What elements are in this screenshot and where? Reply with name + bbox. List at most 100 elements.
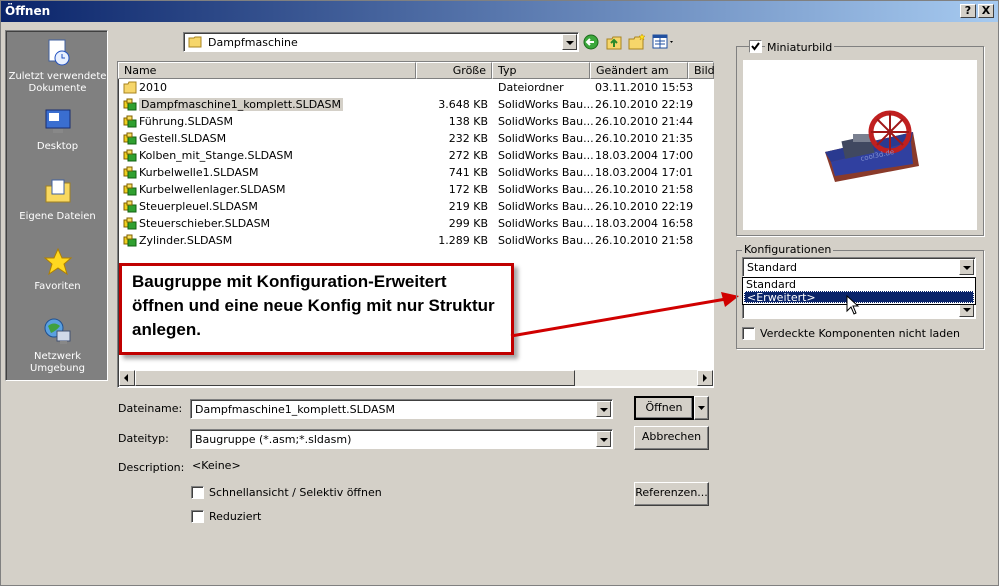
- up-folder-icon[interactable]: [605, 33, 623, 51]
- location-combo[interactable]: Dampfmaschine: [183, 32, 579, 52]
- file-modified: 26.10.2010 21:58: [595, 183, 694, 196]
- file-type: SolidWorks Bau...: [498, 149, 594, 162]
- column-header-preview[interactable]: Bild: [688, 62, 715, 79]
- file-row[interactable]: Führung.SLDASM 138 KB SolidWorks Bau... 26.…: [118, 114, 714, 131]
- place-desktop[interactable]: Desktop: [6, 107, 109, 153]
- file-name: 2010: [139, 81, 167, 94]
- configuration-dropdown-arrow[interactable]: [959, 259, 974, 275]
- location-value: Dampfmaschine: [208, 36, 298, 49]
- file-size: 219 KB: [448, 200, 488, 213]
- file-type: SolidWorks Bau...: [498, 98, 594, 111]
- place-label-desktop: Desktop: [36, 141, 79, 152]
- place-favorites[interactable]: Favoriten: [6, 247, 109, 293]
- file-row[interactable]: Steuerschieber.SLDASM 299 KB SolidWorks Ba…: [118, 216, 714, 233]
- thumbnail-label: Miniaturbild: [765, 41, 835, 54]
- assembly-icon: [123, 132, 137, 145]
- file-name: Dampfmaschine1_komplett.SLDASM: [139, 98, 344, 111]
- file-type: SolidWorks Bau...: [498, 115, 594, 128]
- file-name: Steuerschieber.SLDASM: [139, 217, 271, 230]
- assembly-icon: [123, 234, 137, 247]
- filename-dropdown-arrow[interactable]: [596, 401, 611, 417]
- quickview-label: Schnellansicht / Selektiv öffnen: [209, 486, 382, 499]
- assembly-icon: [123, 217, 137, 230]
- arrow-left-icon: [124, 374, 128, 382]
- assembly-icon: [123, 115, 137, 128]
- file-row[interactable]: Zylinder.SLDASM 1.289 KB SolidWorks Bau...…: [118, 233, 714, 250]
- column-header-name[interactable]: Name: [118, 62, 416, 79]
- arrow-right-icon: [703, 374, 707, 382]
- desktop-icon: [45, 109, 70, 133]
- filename-label: Dateiname:: [118, 402, 183, 415]
- new-folder-icon[interactable]: [628, 33, 646, 51]
- reduced-checkbox[interactable]: [191, 510, 204, 523]
- file-name: Kurbelwelle1.SLDASM: [139, 166, 259, 179]
- file-size: 138 KB: [448, 115, 488, 128]
- window-title: Öffnen: [5, 4, 51, 18]
- annotation-arrow: [510, 292, 739, 338]
- open-dialog: Öffnen ? X Zuletzt verwendete Dokumente …: [0, 0, 999, 586]
- open-button[interactable]: Öffnen: [634, 396, 694, 420]
- file-type: SolidWorks Bau...: [498, 234, 594, 247]
- configurations-label: Konfigurationen: [742, 243, 834, 256]
- file-type: SolidWorks Bau...: [498, 132, 594, 145]
- scroll-thumb[interactable]: [135, 370, 575, 386]
- file-row[interactable]: Kurbelwellenlager.SLDASM 172 KB SolidWorks…: [118, 182, 714, 199]
- cancel-button[interactable]: Abbrechen: [634, 426, 709, 450]
- configuration-combo[interactable]: Standard: [742, 257, 976, 277]
- hidden-components-checkbox[interactable]: [742, 327, 755, 340]
- folder-icon: [123, 81, 137, 94]
- file-type: Dateiordner: [498, 81, 564, 94]
- references-button[interactable]: Referenzen...: [634, 482, 709, 506]
- my-documents-icon: [45, 179, 70, 203]
- config-option-standard[interactable]: Standard: [744, 279, 974, 291]
- place-recent[interactable]: Zuletzt verwendete Dokumente: [6, 37, 109, 95]
- place-network[interactable]: Netzwerk Umgebung: [6, 317, 109, 375]
- file-size: 3.648 KB: [438, 98, 488, 111]
- file-row[interactable]: Gestell.SLDASM 232 KB SolidWorks Bau... 26.…: [118, 131, 714, 148]
- file-row[interactable]: Dampfmaschine1_komplett.SLDASM 3.648 KB So…: [118, 97, 714, 114]
- filetype-combo[interactable]: Baugruppe (*.asm;*.sldasm): [190, 429, 613, 449]
- assembly-icon: [123, 98, 137, 111]
- column-header-modified[interactable]: Geändert am: [590, 62, 688, 79]
- column-header-type[interactable]: Typ: [492, 62, 590, 79]
- back-icon[interactable]: [583, 34, 599, 50]
- description-label: Description:: [118, 461, 185, 474]
- horizontal-scrollbar[interactable]: [119, 370, 713, 386]
- file-modified: 26.10.2010 21:44: [595, 115, 694, 128]
- scroll-left-button[interactable]: [119, 370, 135, 386]
- open-options-button[interactable]: [694, 396, 709, 420]
- scroll-right-button[interactable]: [697, 370, 713, 386]
- file-modified: 18.03.2004 17:01: [595, 166, 694, 179]
- view-menu-icon[interactable]: [652, 34, 676, 50]
- checkmark-icon: [751, 42, 760, 51]
- help-button[interactable]: ?: [960, 4, 976, 18]
- place-label-network: Netzwerk Umgebung: [30, 351, 85, 374]
- favorites-star-icon: [43, 247, 72, 276]
- filetype-dropdown-arrow[interactable]: [596, 431, 611, 447]
- file-type: SolidWorks Bau...: [498, 183, 594, 196]
- file-size: 172 KB: [448, 183, 488, 196]
- assembly-icon: [123, 149, 137, 162]
- assembly-icon: [123, 183, 137, 196]
- file-row[interactable]: Kurbelwelle1.SLDASM 741 KB SolidWorks Bau.…: [118, 165, 714, 182]
- quickview-checkbox[interactable]: [191, 486, 204, 499]
- file-type: SolidWorks Bau...: [498, 166, 594, 179]
- file-type: SolidWorks Bau...: [498, 200, 594, 213]
- file-row[interactable]: 2010 Dateiordner 03.11.2010 15:53: [118, 80, 714, 97]
- place-my-documents[interactable]: Eigene Dateien: [6, 177, 109, 223]
- file-size: 741 KB: [448, 166, 488, 179]
- location-dropdown-arrow[interactable]: [562, 34, 577, 50]
- close-button[interactable]: X: [978, 4, 994, 18]
- file-row[interactable]: Steuerpleuel.SLDASM 219 KB SolidWorks Bau.…: [118, 199, 714, 216]
- annotation-callout: Baugruppe mit Konfiguration-Erweitert öf…: [119, 263, 514, 355]
- place-label-favorites: Favoriten: [34, 281, 81, 292]
- mouse-cursor-icon: [846, 295, 860, 315]
- folder-icon: [188, 36, 202, 48]
- filename-combo[interactable]: Dampfmaschine1_komplett.SLDASM: [190, 399, 613, 419]
- file-modified: 18.03.2004 17:00: [595, 149, 694, 162]
- column-header-size[interactable]: Größe: [416, 62, 492, 79]
- file-modified: 26.10.2010 22:19: [595, 98, 694, 111]
- file-row[interactable]: Kolben_mit_Stange.SLDASM 272 KB SolidWorks…: [118, 148, 714, 165]
- file-size: 1.289 KB: [438, 234, 488, 247]
- thumbnail-checkbox[interactable]: [749, 40, 762, 53]
